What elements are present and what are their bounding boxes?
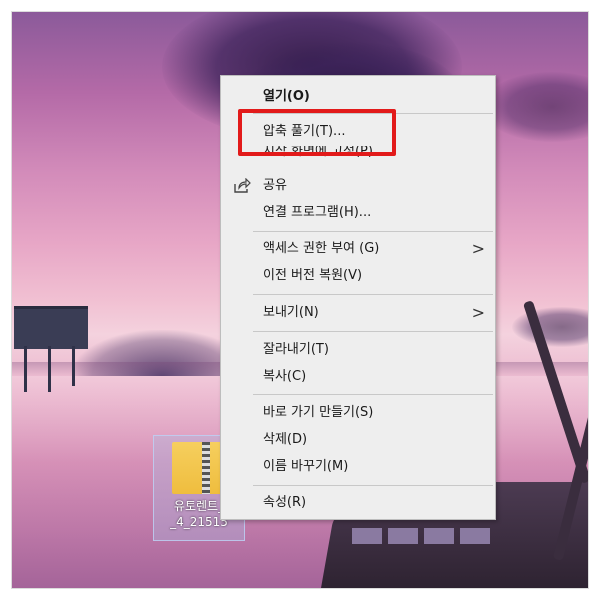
menu-separator [253, 231, 493, 232]
menu-separator [253, 394, 493, 395]
hut-post [24, 346, 27, 392]
boat-seat [388, 528, 418, 544]
boat-seat [352, 528, 382, 544]
menu-item-give-access[interactable]: 액세스 권한 부여 (G) > [221, 237, 495, 261]
hut-post [72, 346, 75, 386]
boat-seat [460, 528, 490, 544]
cloud [482, 72, 588, 142]
menu-item-open-with[interactable]: 연결 프로그램(H)... [221, 201, 495, 225]
menu-item-share[interactable]: 공유 [221, 174, 495, 198]
cloud [512, 307, 588, 347]
chevron-right-icon: > [471, 303, 485, 322]
menu-item-restore-versions[interactable]: 이전 버전 복원(V) [221, 264, 495, 288]
menu-item-send-to[interactable]: 보내기(N) > [221, 301, 495, 325]
share-icon [234, 178, 251, 193]
annotation-highlight-box [238, 109, 396, 156]
menu-item-create-shortcut[interactable]: 바로 가기 만들기(S) [221, 401, 495, 425]
boat-seat [424, 528, 454, 544]
menu-item-delete[interactable]: 삭제(D) [221, 428, 495, 452]
zipper-icon [202, 442, 210, 494]
hut-post [48, 346, 51, 392]
menu-separator [253, 331, 493, 332]
menu-item-open[interactable]: 열기(O) [221, 85, 495, 109]
stilt-hut [14, 306, 88, 349]
chevron-right-icon: > [471, 239, 485, 258]
menu-item-rename[interactable]: 이름 바꾸기(M) [221, 455, 495, 479]
menu-separator [253, 485, 493, 486]
zip-folder-icon [172, 442, 226, 494]
menu-separator [253, 294, 493, 295]
menu-item-cut[interactable]: 잘라내기(T) [221, 338, 495, 362]
menu-item-properties[interactable]: 속성(R) [221, 491, 495, 515]
menu-item-copy[interactable]: 복사(C) [221, 365, 495, 389]
